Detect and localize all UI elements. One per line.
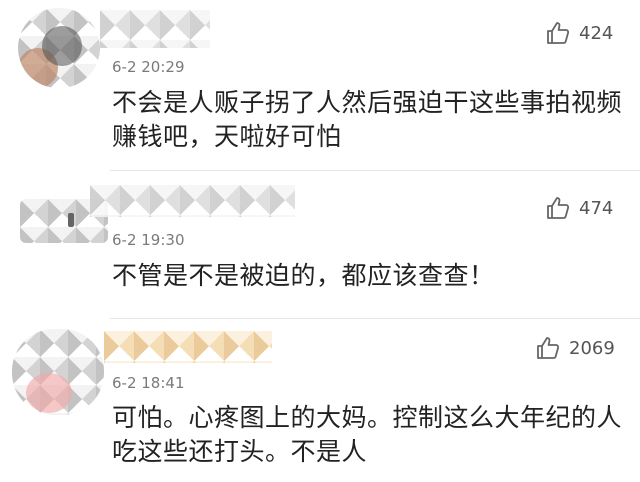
comment-item: 6-2 19:30 不管是不是被迫的，都应该查查！ 474 (0, 171, 640, 318)
comment-timestamp: 6-2 19:30 (112, 231, 185, 249)
username-blurred[interactable] (104, 331, 272, 363)
comment-timestamp: 6-2 18:41 (112, 374, 185, 392)
thumbs-up-icon (547, 22, 570, 44)
comment-timestamp: 6-2 20:29 (112, 58, 185, 76)
comment-text: 不管是不是被迫的，都应该查查！ (112, 261, 495, 290)
like-button[interactable]: 2069 (535, 335, 615, 361)
username-blurred[interactable] (90, 185, 295, 217)
like-button[interactable]: 474 (545, 195, 613, 221)
like-button[interactable]: 424 (545, 20, 613, 46)
like-count: 2069 (569, 337, 615, 359)
comment-text: 可怕。心疼图上的大妈。控制这么大年纪的人吃这些还打头。不是人 (112, 403, 623, 466)
comment-text: 不会是人贩子拐了人然后强迫干这些事拍视频赚钱吧，天啦好可怕 (112, 88, 623, 151)
username-blurred[interactable] (100, 10, 210, 48)
thumbs-up-icon (537, 337, 560, 359)
comment-item: 6-2 18:41 可怕。心疼图上的大妈。控制这么大年纪的人吃这些还打头。不是人… (0, 319, 640, 482)
thumbs-up-icon (547, 197, 570, 219)
comment-item: 6-2 20:29 不会是人贩子拐了人然后强迫干这些事拍视频赚钱吧，天啦好可怕 … (0, 0, 640, 170)
like-count: 474 (579, 197, 614, 219)
avatar[interactable] (18, 8, 100, 88)
avatar[interactable] (12, 329, 104, 415)
like-count: 424 (579, 22, 614, 44)
